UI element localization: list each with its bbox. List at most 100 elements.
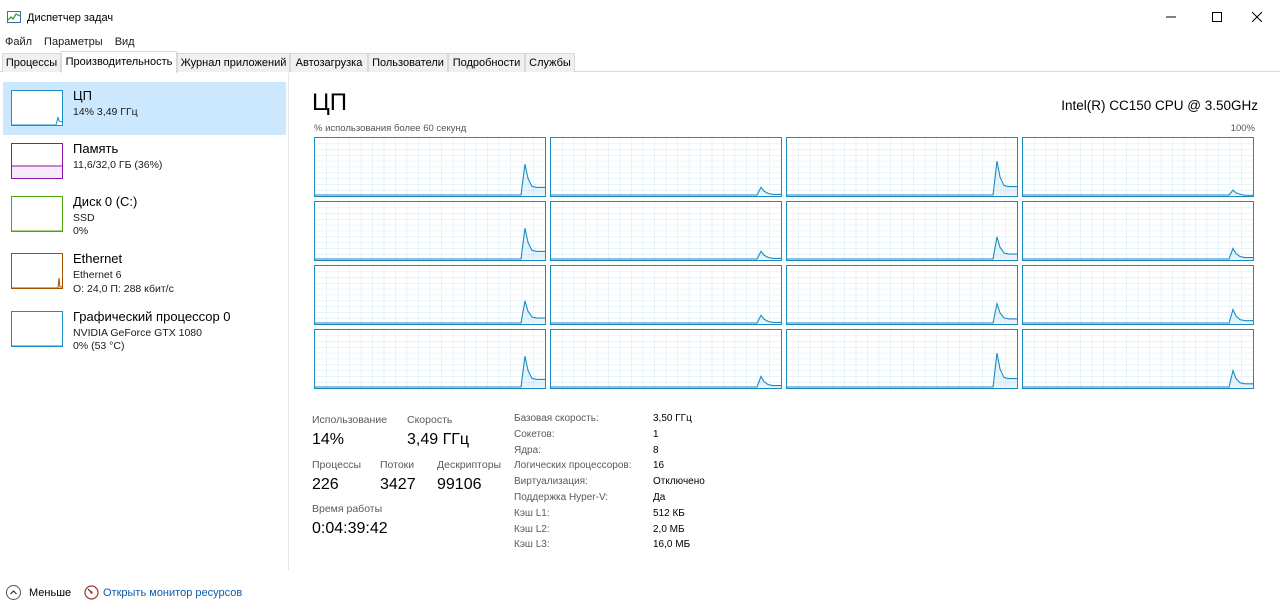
open-resource-monitor-link[interactable]: Открыть монитор ресурсов: [103, 587, 242, 599]
logical-processor-graphs: [314, 137, 1256, 391]
core-usage-chart: [315, 330, 545, 388]
info-key: Сокетов:: [514, 428, 555, 440]
info-key: Поддержка Hyper-V:: [514, 492, 609, 503]
thumbnail-sparkline: [12, 165, 62, 178]
cpu-model-name: Intel(R) CC150 CPU @ 3.50GHz: [1061, 98, 1258, 113]
processes-value: 226: [312, 476, 339, 493]
logical-processor-graph: [314, 265, 546, 325]
core-usage-chart: [1023, 330, 1253, 388]
menu-file[interactable]: Файл: [0, 34, 38, 50]
sidebar-item-detail: Ethernet 6: [73, 269, 122, 281]
tab-details[interactable]: Подробности: [448, 53, 525, 72]
sidebar-item-detail: SSD: [73, 212, 95, 224]
sidebar-item-detail: О: 24,0 П: 288 кбит/с: [73, 283, 174, 295]
logical-processor-graph: [314, 329, 546, 389]
info-key: Ядра:: [514, 444, 541, 456]
info-key: Кэш L3:: [514, 539, 550, 551]
sidebar-item-title: ЦП: [73, 88, 92, 103]
sidebar-item-detail: 0% (53 °C): [73, 340, 125, 352]
thumbnail-sparkline: [12, 345, 62, 346]
info-value: Отключено: [653, 476, 705, 488]
tab-performance[interactable]: Производительность: [61, 51, 177, 73]
resource-sidebar: ЦП 14% 3,49 ГГц Память 11,6/32,0 ГБ (36%…: [0, 73, 289, 570]
task-manager-icon: [7, 11, 21, 23]
core-usage-chart: [1023, 202, 1253, 260]
thumbnail-sparkline: [12, 277, 62, 288]
utilization-value: 14%: [312, 431, 345, 448]
graph-max-label: 100%: [1230, 123, 1255, 134]
tab-processes[interactable]: Процессы: [2, 53, 61, 72]
core-usage-chart: [315, 266, 545, 324]
memory-thumbnail-graph: [11, 143, 63, 179]
logical-processor-graph: [550, 265, 782, 325]
sidebar-item-ethernet[interactable]: Ethernet Ethernet 6 О: 24,0 П: 288 кбит/…: [3, 245, 286, 298]
logical-processor-graph: [1022, 265, 1254, 325]
menu-options[interactable]: Параметры: [38, 34, 109, 50]
utilization-label: Использование: [312, 414, 388, 426]
cpu-performance-panel: ЦП Intel(R) CC150 CPU @ 3.50GHz % исполь…: [290, 73, 1280, 570]
core-usage-chart: [315, 138, 545, 196]
info-value: 8: [653, 444, 659, 456]
uptime-label: Время работы: [312, 503, 383, 515]
speed-label: Скорость: [407, 414, 453, 426]
sidebar-item-detail: 0%: [73, 225, 89, 237]
core-usage-chart: [787, 330, 1017, 388]
info-key: Логических процессоров:: [514, 460, 632, 472]
logical-processor-graph: [314, 137, 546, 197]
logical-processor-graph: [550, 201, 782, 261]
speed-value: 3,49 ГГц: [407, 431, 470, 448]
logical-processor-graph: [314, 201, 546, 261]
core-usage-chart: [315, 202, 545, 260]
fewer-details-label[interactable]: Меньше: [29, 587, 71, 599]
tab-startup[interactable]: Автозагрузка: [290, 53, 368, 72]
footer-bar: Меньше Открыть монитор ресурсов: [0, 578, 1280, 608]
tab-users[interactable]: Пользователи: [368, 53, 448, 72]
fewer-details-button[interactable]: [6, 585, 21, 600]
logical-processor-graph: [550, 137, 782, 197]
close-button[interactable]: [1234, 0, 1280, 34]
thumbnail-sparkline: [12, 230, 62, 231]
sidebar-item-cpu[interactable]: ЦП 14% 3,49 ГГц: [3, 82, 286, 135]
core-usage-chart: [1023, 266, 1253, 324]
logical-processor-graph: [1022, 201, 1254, 261]
info-key: Базовая скорость:: [514, 413, 599, 424]
title-bar: Диспетчер задач: [0, 0, 1280, 34]
sidebar-item-detail: 11,6/32,0 ГБ (36%): [73, 159, 163, 171]
logical-processor-graph: [786, 137, 1018, 197]
sidebar-item-disk[interactable]: Диск 0 (C:) SSD 0%: [3, 188, 286, 241]
sidebar-item-gpu[interactable]: Графический процессор 0 NVIDIA GeForce G…: [3, 303, 286, 356]
ethernet-thumbnail-graph: [11, 253, 63, 289]
core-usage-chart: [787, 202, 1017, 260]
minimize-button[interactable]: [1148, 0, 1194, 34]
logical-processor-graph: [1022, 137, 1254, 197]
info-key: Кэш L2:: [514, 523, 550, 535]
core-usage-chart: [551, 138, 781, 196]
info-value: 3,50 ГГц: [653, 413, 692, 424]
maximize-icon: [1212, 12, 1222, 22]
sidebar-item-title: Память: [73, 141, 119, 156]
tab-services[interactable]: Службы: [525, 53, 575, 72]
thumbnail-sparkline: [12, 116, 62, 125]
graph-caption: % использования более 60 секунд: [314, 123, 467, 134]
info-value: 512 КБ: [653, 507, 685, 519]
sidebar-item-detail: NVIDIA GeForce GTX 1080: [73, 327, 202, 339]
logical-processor-graph: [550, 329, 782, 389]
sidebar-item-title: Графический процессор 0: [73, 309, 231, 324]
cpu-thumbnail-graph: [11, 90, 63, 126]
core-usage-chart: [551, 202, 781, 260]
close-icon: [1252, 12, 1262, 22]
logical-processor-graph: [786, 265, 1018, 325]
handles-value: 99106: [437, 476, 482, 493]
logical-processor-graph: [786, 329, 1018, 389]
info-key: Кэш L1:: [514, 507, 550, 519]
resource-monitor-icon[interactable]: [84, 585, 99, 600]
tab-bar: Процессы Производительность Журнал прило…: [0, 51, 1280, 73]
menu-bar: Файл Параметры Вид: [0, 34, 141, 50]
sidebar-item-memory[interactable]: Память 11,6/32,0 ГБ (36%): [3, 135, 286, 188]
menu-view[interactable]: Вид: [109, 34, 141, 50]
info-value: 2,0 МБ: [653, 523, 685, 535]
window-title: Диспетчер задач: [27, 12, 114, 24]
core-usage-chart: [787, 138, 1017, 196]
sidebar-item-title: Ethernet: [73, 251, 123, 266]
tab-app-history[interactable]: Журнал приложений: [177, 53, 290, 72]
